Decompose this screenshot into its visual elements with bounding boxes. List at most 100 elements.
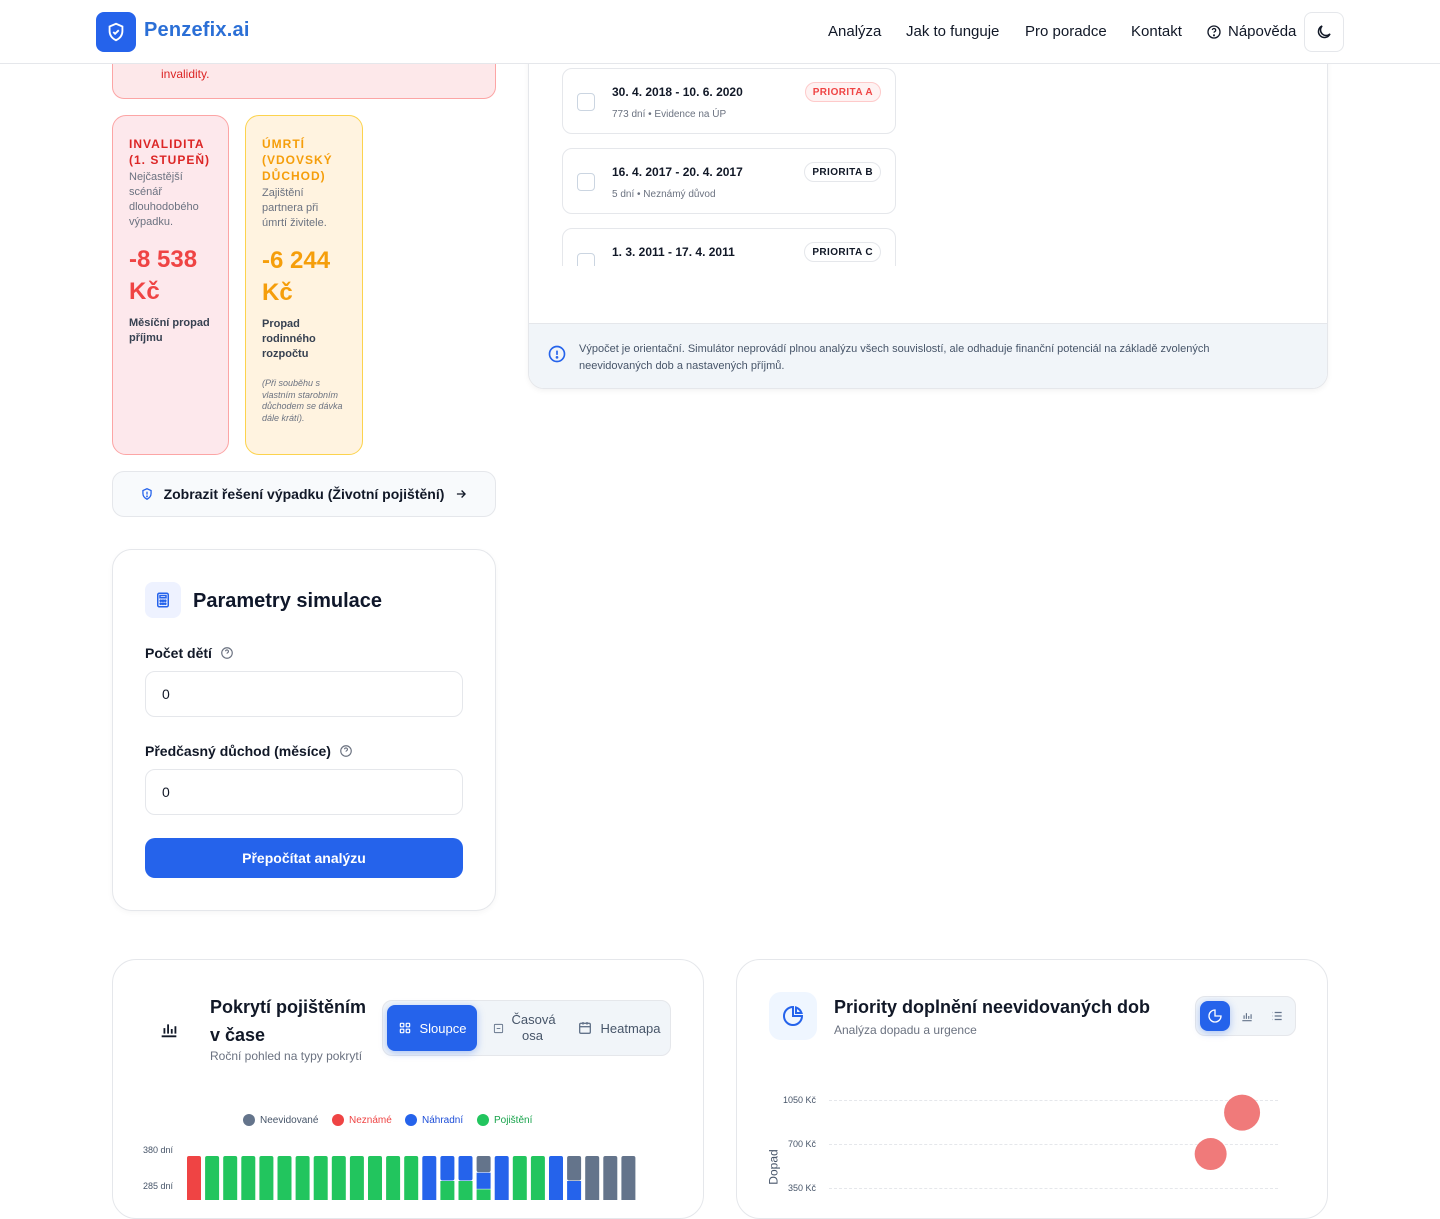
coverage-bar-segment[interactable] xyxy=(368,1156,382,1200)
coverage-bar-segment[interactable] xyxy=(458,1181,473,1200)
coverage-bar-segment[interactable] xyxy=(567,1181,582,1200)
period-checkbox[interactable] xyxy=(577,93,595,111)
help-icon[interactable] xyxy=(220,646,234,660)
risk-value: -8 538 Kč xyxy=(129,246,198,305)
brand-name[interactable]: Penzefix.ai xyxy=(144,19,250,42)
coverage-bar-segment[interactable] xyxy=(313,1156,328,1200)
period-checkbox[interactable] xyxy=(577,173,595,191)
coverage-bar-segment[interactable] xyxy=(476,1189,491,1200)
coverage-bar-segment[interactable] xyxy=(621,1156,636,1200)
legend-label: Náhradní xyxy=(422,1114,464,1126)
y-tick: 700 Kč xyxy=(788,1139,817,1149)
coverage-bar-segment[interactable] xyxy=(440,1156,455,1181)
nav-pro-poradce[interactable]: Pro poradce xyxy=(1025,23,1107,40)
coverage-bar-segment[interactable] xyxy=(259,1156,274,1200)
risk-sub: Propad rodinného rozpočtu xyxy=(262,318,316,360)
coverage-subtitle: Roční pohled na typy pokrytí xyxy=(210,1049,363,1063)
pie-chart-icon xyxy=(769,992,817,1040)
legend-nahradni[interactable]: Náhradní xyxy=(405,1114,463,1126)
coverage-bar-segment[interactable] xyxy=(603,1156,618,1200)
period-item[interactable]: 30. 4. 2018 - 10. 6. 2020 773 dní • Evid… xyxy=(562,68,896,134)
period-meta: 773 dní • Evidence na ÚP xyxy=(612,109,727,120)
coverage-bar-segment[interactable] xyxy=(241,1156,256,1200)
coverage-bar-segment[interactable] xyxy=(476,1172,491,1189)
bar-chart-icon xyxy=(1242,1013,1252,1022)
coverage-bar-segment[interactable] xyxy=(386,1156,401,1200)
priority-badge: PRIORITA C xyxy=(804,242,881,262)
tab-sloupce-label: Sloupce xyxy=(419,1020,467,1036)
coverage-bar-segment[interactable] xyxy=(349,1156,364,1200)
tab-sloupce[interactable]: Sloupce xyxy=(387,1005,477,1051)
coverage-bar-segment[interactable] xyxy=(295,1156,310,1200)
pie-chart-icon xyxy=(1208,1009,1222,1023)
tab-heatmapa[interactable]: Heatmapa xyxy=(569,1005,668,1051)
priority-scatter-plot xyxy=(1194,1094,1261,1171)
legend-pojisteni[interactable]: Pojištění xyxy=(477,1114,532,1126)
coverage-bar-segment[interactable] xyxy=(458,1156,473,1181)
priority-badge: PRIORITA A xyxy=(804,82,881,102)
moon-icon xyxy=(1317,25,1331,39)
coverage-bar-segment[interactable] xyxy=(494,1156,509,1200)
calendar-icon xyxy=(578,1022,591,1034)
risk-desc: Nejčastější scénář dlouhodobého výpadku. xyxy=(129,171,199,228)
priority-point[interactable] xyxy=(1194,1138,1227,1171)
legend-nezname[interactable]: Neznámé xyxy=(332,1114,392,1126)
coverage-bar-segment[interactable] xyxy=(223,1156,238,1200)
risk-title: INVALIDITA (1. STUPEŇ) xyxy=(129,137,211,167)
children-input[interactable]: 0 xyxy=(145,671,463,717)
arrow-right-icon xyxy=(457,490,467,498)
info-text: Výpočet je orientační. Simulátor neprová… xyxy=(579,343,1210,372)
period-item[interactable]: 16. 4. 2017 - 20. 4. 2017 5 dní • Neznám… xyxy=(562,148,896,214)
risk-value: -6 244 Kč xyxy=(262,247,331,306)
risk-card-death: ÚMRTÍ (VDOVSKÝ DŮCHOD) Zajištění partner… xyxy=(245,115,363,455)
priorities-view-switch xyxy=(1195,996,1296,1036)
bar-chart-icon xyxy=(161,1024,177,1038)
help-circle-icon xyxy=(1207,24,1221,39)
risk-card-invalidity: INVALIDITA (1. STUPEŇ) Nejčastější scéná… xyxy=(112,115,229,455)
nav-napoveda-label: Nápověda xyxy=(1228,23,1297,40)
period-item[interactable]: 1. 3. 2011 - 17. 4. 2011 PRIORITA C xyxy=(562,228,896,266)
coverage-bar-segment[interactable] xyxy=(205,1156,220,1200)
priorities-subtitle: Analýza dopadu a urgence xyxy=(834,1023,977,1037)
shield-logo-icon[interactable] xyxy=(96,12,136,52)
risk-sub: Měsíční propad příjmu xyxy=(129,317,210,344)
children-label-text: Počet dětí xyxy=(145,645,212,661)
coverage-bar-segment[interactable] xyxy=(331,1156,346,1200)
y-tick: 1050 Kč xyxy=(783,1095,817,1105)
legend-label: Neznámé xyxy=(349,1114,392,1126)
nav-jak-to-funguje[interactable]: Jak to funguje xyxy=(906,23,999,40)
help-icon[interactable] xyxy=(339,744,353,758)
coverage-bar-segment[interactable] xyxy=(422,1156,437,1200)
show-solution-button[interactable]: Zobrazit řešení výpadku (Životní pojiště… xyxy=(112,471,496,517)
pie-view-button[interactable] xyxy=(1200,1001,1230,1031)
priorities-title: Priority doplnění neevidovaných dob xyxy=(834,997,1151,1017)
nav-kontakt[interactable]: Kontakt xyxy=(1131,23,1182,40)
period-checkbox[interactable] xyxy=(577,253,595,266)
coverage-bar-segment[interactable] xyxy=(404,1156,419,1200)
timeline-icon xyxy=(493,1023,503,1033)
coverage-bar-segment[interactable] xyxy=(440,1181,455,1200)
coverage-bar-segment[interactable] xyxy=(585,1156,600,1200)
recalculate-button[interactable]: Přepočítat analýzu xyxy=(145,838,463,878)
early-retirement-label: Předčasný důchod (měsíce) xyxy=(145,743,353,759)
coverage-bar-segment[interactable] xyxy=(567,1156,582,1181)
coverage-bar-segment[interactable] xyxy=(512,1156,527,1200)
coverage-bar-segment[interactable] xyxy=(530,1156,545,1200)
list-view-button[interactable] xyxy=(1262,1001,1292,1031)
coverage-bar-segment[interactable] xyxy=(476,1156,491,1173)
legend-neevidovane[interactable]: Neevidované xyxy=(243,1114,318,1126)
coverage-bar-segment[interactable] xyxy=(277,1156,292,1200)
tab-casova-osa[interactable]: Časová osa xyxy=(481,1005,565,1051)
period-meta: 5 dní • Neznámý důvod xyxy=(612,189,716,200)
nav-napoveda[interactable]: Nápověda xyxy=(1206,23,1296,40)
y-axis-label: Dopad xyxy=(766,1149,781,1185)
coverage-bar-segment[interactable] xyxy=(187,1156,201,1200)
grid-icon xyxy=(399,1022,410,1034)
dark-mode-toggle[interactable] xyxy=(1304,12,1344,52)
bar-view-button[interactable] xyxy=(1232,1001,1262,1031)
coverage-view-switch: Sloupce Časová osa Heatmapa xyxy=(382,1000,671,1056)
priority-point[interactable] xyxy=(1224,1094,1261,1131)
coverage-bar-segment[interactable] xyxy=(549,1156,563,1200)
early-retirement-input[interactable]: 0 xyxy=(145,769,463,815)
nav-analyza[interactable]: Analýza xyxy=(828,23,881,40)
